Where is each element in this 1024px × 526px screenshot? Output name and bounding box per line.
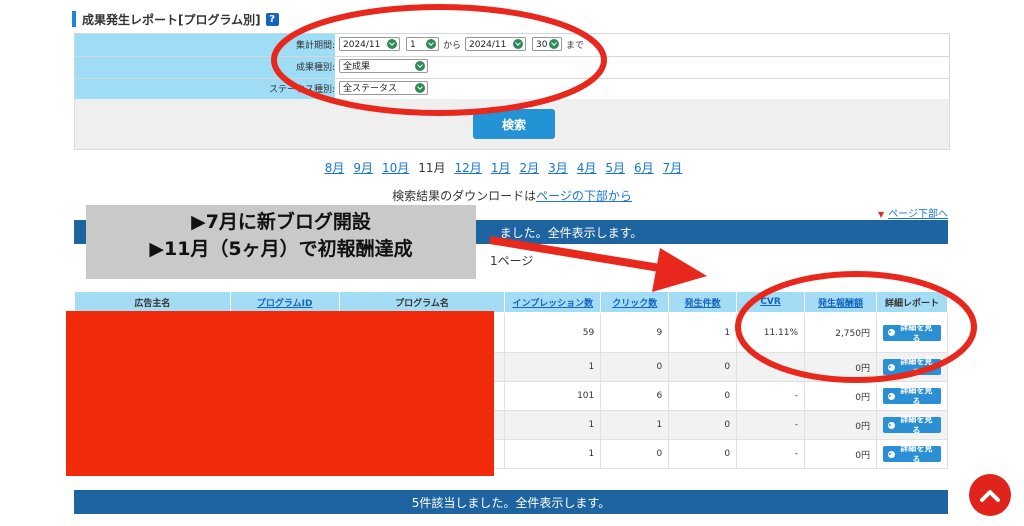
scroll-top-button[interactable]: [969, 474, 1011, 516]
annotation-layer: [271, 4, 977, 383]
chevron-up-icon: [980, 490, 1000, 502]
annotation-arrow-head: [652, 248, 707, 292]
annotation-arrow-shaft: [489, 236, 673, 274]
annotation-ellipse-cvr: [735, 271, 977, 383]
annotation-ellipse-filters: [271, 4, 607, 116]
